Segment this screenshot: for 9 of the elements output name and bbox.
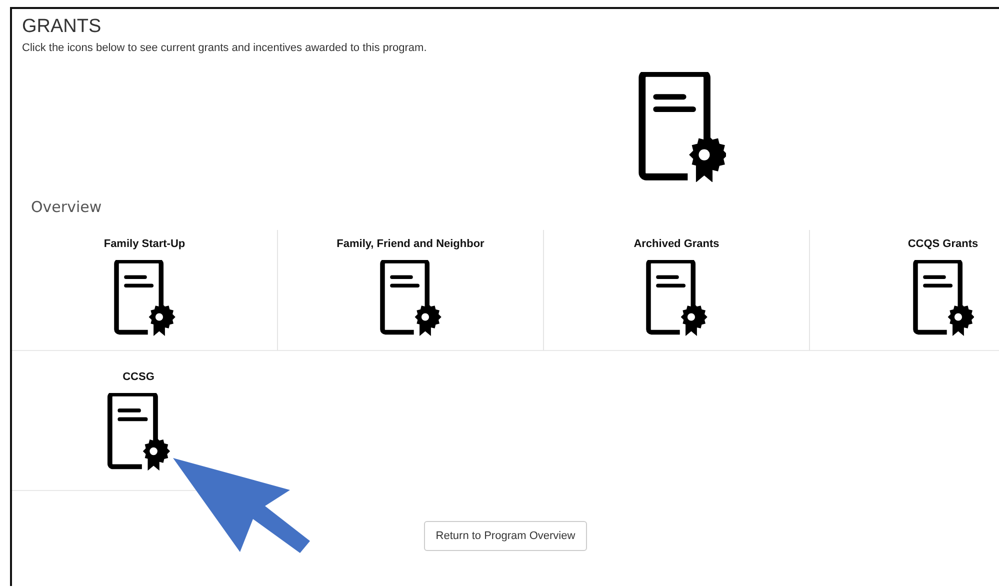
page-title: GRANTS — [22, 16, 102, 38]
grant-link[interactable]: Archived Grants — [634, 238, 720, 250]
grant-link[interactable]: Family Start-Up — [104, 238, 186, 250]
page-description: Click the icons below to see current grants and incentives awarded to this program. — [22, 42, 428, 54]
return-button[interactable]: Return to Program Overview — [424, 521, 588, 551]
grant-link[interactable]: CCQS Grants — [908, 238, 978, 250]
section-title: Overview — [31, 198, 103, 216]
grant-link[interactable]: CCSG — [122, 371, 154, 383]
grant-link[interactable]: Family, Friend and Neighbor — [336, 238, 484, 250]
